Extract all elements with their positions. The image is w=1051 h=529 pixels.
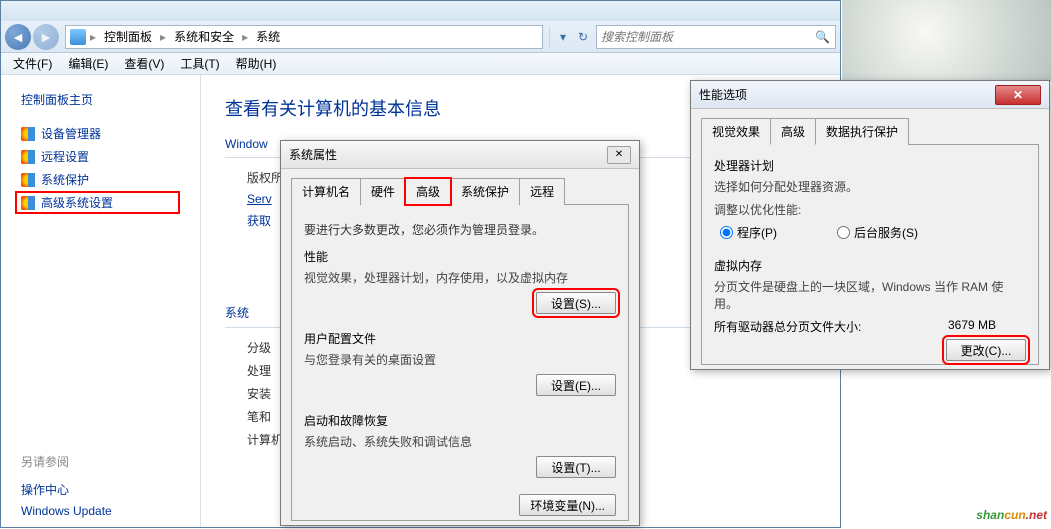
breadcrumb-item[interactable]: 系统 [252,26,284,47]
back-button[interactable]: ◄ [5,24,31,50]
virtual-memory-desc: 分页文件是硬盘上的一块区域，Windows 当作 RAM 使用。 [714,278,1026,312]
dropdown-icon[interactable]: ▾ [554,27,572,47]
menu-tools[interactable]: 工具(T) [172,53,227,74]
chevron-right-icon[interactable]: ▸ [88,30,98,44]
tab-strip: 计算机名 硬件 高级 系统保护 远程 [291,177,629,205]
close-button[interactable]: ✕ [607,146,631,164]
tab-computer-name[interactable]: 计算机名 [291,178,361,205]
paging-total-value: 3679 MB [948,318,996,335]
refresh-icon[interactable]: ↻ [574,27,592,47]
sidebar-item-device-manager[interactable]: 设备管理器 [21,122,180,145]
tab-remote[interactable]: 远程 [519,178,565,205]
see-also-windows-update[interactable]: Windows Update [21,501,112,521]
menubar: 文件(F) 编辑(E) 查看(V) 工具(T) 帮助(H) [1,53,840,75]
see-also-title: 另请参阅 [21,453,112,470]
radio-background[interactable]: 后台服务(S) [837,224,918,241]
breadcrumb-item[interactable]: 控制面板 [100,26,156,47]
see-also-action-center[interactable]: 操作中心 [21,478,112,501]
watermark: shancun.net [976,506,1047,524]
menu-file[interactable]: 文件(F) [5,53,60,74]
virtual-memory-title: 虚拟内存 [714,257,1026,274]
shield-icon [21,150,35,164]
dialog-title: 系统属性 [289,146,337,163]
chevron-right-icon[interactable]: ▸ [158,30,168,44]
close-button[interactable]: ✕ [995,85,1041,105]
paging-total-label: 所有驱动器总分页文件大小: [714,318,861,335]
forward-button[interactable]: ► [33,24,59,50]
change-vmem-button[interactable]: 更改(C)... [946,339,1026,361]
radio-programs-input[interactable] [720,226,733,239]
settings-startup-button[interactable]: 设置(T)... [536,456,616,478]
sidebar-title[interactable]: 控制面板主页 [21,91,180,108]
group-profiles-title: 用户配置文件 [304,330,616,347]
sidebar-item-label: 远程设置 [41,148,89,165]
tab-panel-advanced: 要进行大多数更改，您必须作为管理员登录。 性能 视觉效果，处理器计划，内存使用，… [291,205,629,521]
env-vars-button[interactable]: 环境变量(N)... [519,494,616,516]
adjust-label: 调整以优化性能: [714,201,1026,218]
admin-warning: 要进行大多数更改，您必须作为管理员登录。 [304,221,616,238]
titlebar [1,1,840,21]
sidebar-item-label: 系统保护 [41,171,89,188]
shield-icon [21,196,35,210]
menu-edit[interactable]: 编辑(E) [60,53,116,74]
group-performance-title: 性能 [304,248,616,265]
tab-visual-effects[interactable]: 视觉效果 [701,118,771,145]
address-bar: ◄ ► ▸ 控制面板 ▸ 系统和安全 ▸ 系统 ▾ ↻ 🔍 [1,21,840,53]
tab-advanced[interactable]: 高级 [405,178,451,205]
group-startup-title: 启动和故障恢复 [304,412,616,429]
performance-options-dialog: 性能选项 ✕ 视觉效果 高级 数据执行保护 处理器计划 选择如何分配处理器资源。… [690,80,1050,370]
sidebar-item-advanced[interactable]: 高级系统设置 [15,191,180,214]
breadcrumb[interactable]: ▸ 控制面板 ▸ 系统和安全 ▸ 系统 [65,25,543,49]
sidebar: 控制面板主页 设备管理器 远程设置 系统保护 高级系统设置 另请参阅 操作中心 … [1,75,201,527]
sidebar-item-label: 高级系统设置 [41,194,113,211]
search-input[interactable] [601,30,815,44]
breadcrumb-item[interactable]: 系统和安全 [170,26,238,47]
group-performance-desc: 视觉效果，处理器计划，内存使用，以及虚拟内存 [304,269,616,286]
dialog-title: 性能选项 [699,86,747,103]
tab-advanced[interactable]: 高级 [770,118,816,145]
search-box[interactable]: 🔍 [596,25,836,49]
radio-programs[interactable]: 程序(P) [720,224,777,241]
settings-profiles-button[interactable]: 设置(E)... [536,374,616,396]
settings-performance-button[interactable]: 设置(S)... [536,292,616,314]
processor-scheduling-desc: 选择如何分配处理器资源。 [714,178,1026,195]
group-startup-desc: 系统启动、系统失败和调试信息 [304,433,616,450]
dialog-titlebar[interactable]: 系统属性 ✕ [281,141,639,169]
menu-view[interactable]: 查看(V) [116,53,172,74]
chevron-right-icon[interactable]: ▸ [240,30,250,44]
desktop-wallpaper [842,0,1051,82]
sidebar-item-protection[interactable]: 系统保护 [21,168,180,191]
dialog-titlebar[interactable]: 性能选项 ✕ [691,81,1049,109]
tab-panel-advanced: 处理器计划 选择如何分配处理器资源。 调整以优化性能: 程序(P) 后台服务(S… [701,145,1039,365]
processor-scheduling-title: 处理器计划 [714,157,1026,174]
sidebar-item-label: 设备管理器 [41,125,101,142]
shield-icon [21,173,35,187]
sidebar-item-remote[interactable]: 远程设置 [21,145,180,168]
radio-background-input[interactable] [837,226,850,239]
shield-icon [21,127,35,141]
group-profiles-desc: 与您登录有关的桌面设置 [304,351,616,368]
menu-help[interactable]: 帮助(H) [228,53,285,74]
tab-hardware[interactable]: 硬件 [360,178,406,205]
computer-icon [70,29,86,45]
tab-strip: 视觉效果 高级 数据执行保护 [701,117,1039,145]
search-icon[interactable]: 🔍 [815,30,831,44]
tab-dep[interactable]: 数据执行保护 [815,118,909,145]
system-properties-dialog: 系统属性 ✕ 计算机名 硬件 高级 系统保护 远程 要进行大多数更改，您必须作为… [280,140,640,526]
tab-protection[interactable]: 系统保护 [450,178,520,205]
